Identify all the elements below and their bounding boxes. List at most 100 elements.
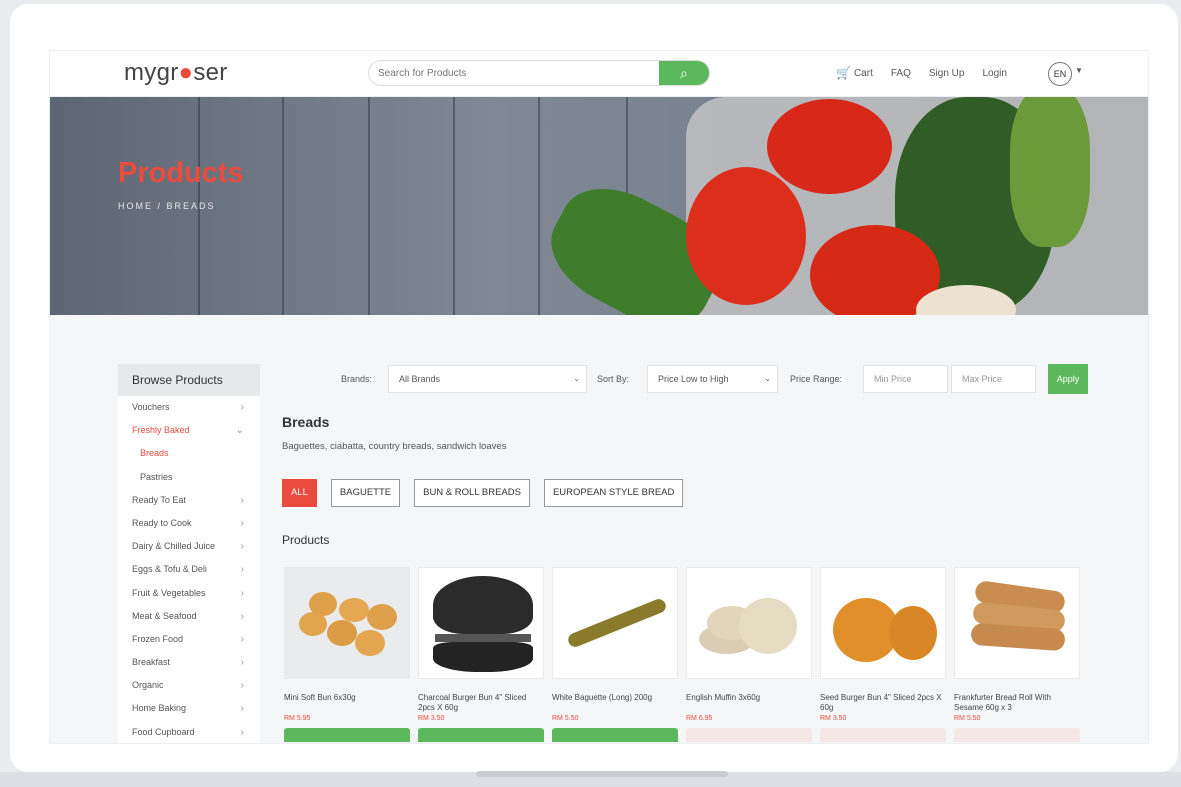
sidebar-item-meat[interactable]: Meat & Seafood › <box>118 605 260 628</box>
home-indicator <box>476 771 728 777</box>
product-image[interactable] <box>954 567 1080 679</box>
sidebar-item-pastries[interactable]: Pastries <box>118 466 260 489</box>
sidebar-item-fruit-veg[interactable]: Fruit & Vegetables › <box>118 582 260 605</box>
products-heading: Products <box>282 533 330 547</box>
hero-banner: Products HOME / BREADS <box>50 97 1148 315</box>
brands-select[interactable]: All Brands ⌄ <box>388 365 587 393</box>
logo[interactable]: mygr●ser <box>124 59 228 87</box>
chevron-right-icon: › <box>240 610 244 622</box>
signup-link[interactable]: Sign Up <box>929 68 965 79</box>
sidebar-item-breads[interactable]: Breads <box>118 442 260 465</box>
wood-plank-line <box>453 97 455 315</box>
product-name[interactable]: English Muffin 3x60g <box>686 693 812 713</box>
sidebar-item-vouchers[interactable]: Vouchers › <box>118 396 260 419</box>
chevron-right-icon: › <box>240 726 244 738</box>
web-page: mygr●ser ⌕ 🛒 Cart FAQ Sign Up Login EN ▼… <box>49 50 1149 744</box>
chevron-right-icon: › <box>240 494 244 506</box>
sidebar-item-ready-to-cook[interactable]: Ready to Cook › <box>118 512 260 535</box>
search-bar: ⌕ <box>368 60 710 86</box>
chevron-down-icon: ⌄ <box>573 374 580 383</box>
cart-link[interactable]: Cart <box>854 68 873 79</box>
faq-link[interactable]: FAQ <box>891 68 911 79</box>
product-price: RM 5.50 <box>552 715 579 722</box>
brands-label: Brands: <box>341 374 373 384</box>
add-to-cart-button[interactable] <box>284 728 410 742</box>
apply-button[interactable]: Apply <box>1048 364 1088 394</box>
chevron-down-icon: ⌄ <box>235 425 244 437</box>
sidebar-item-home-baking[interactable]: Home Baking › <box>118 697 260 720</box>
product-card[interactable]: Mini Soft Bun 6x30g RM 5.95 <box>284 567 410 742</box>
chevron-right-icon: › <box>240 541 244 553</box>
tomato-image <box>686 167 806 305</box>
sidebar-item-organic[interactable]: Organic › <box>118 674 260 697</box>
add-to-cart-button[interactable] <box>820 728 946 742</box>
tomato-image <box>767 99 892 194</box>
chip-european[interactable]: EUROPEAN STYLE BREAD <box>543 479 684 507</box>
product-card[interactable]: English Muffin 3x60g RM 6.95 <box>686 567 812 742</box>
product-name[interactable]: Seed Burger Bun 4" Sliced 2pcs X 60g <box>820 693 946 713</box>
cart-icon[interactable]: 🛒 <box>836 66 851 80</box>
product-price: RM 3.50 <box>418 715 445 722</box>
price-range-label: Price Range: <box>790 374 843 384</box>
sort-select[interactable]: Price Low to High ⌄ <box>647 365 778 393</box>
add-to-cart-button[interactable] <box>686 728 812 742</box>
chip-bun-roll[interactable]: BUN & ROLL BREADS <box>414 479 530 507</box>
login-link[interactable]: Login <box>982 68 1006 79</box>
product-card[interactable]: Charcoal Burger Bun 4" Sliced 2pcs X 60g… <box>418 567 544 742</box>
sidebar-item-dairy[interactable]: Dairy & Chilled Juice › <box>118 535 260 558</box>
search-input[interactable] <box>369 61 659 85</box>
category-sidebar: Browse Products Vouchers › Freshly Baked ⌄… <box>118 364 260 743</box>
chip-baguette[interactable]: BAGUETTE <box>330 479 401 507</box>
product-price: RM 5.95 <box>284 715 311 722</box>
chevron-right-icon: › <box>240 517 244 529</box>
product-price: RM 5.50 <box>954 715 981 722</box>
product-image[interactable] <box>686 567 812 679</box>
filter-bar: Brands: All Brands ⌄ Sort By: Price Low t… <box>50 364 1148 394</box>
min-price-input[interactable]: Min Price <box>863 365 948 393</box>
product-name[interactable]: Frankfurter Bread Roll With Sesame 60g x… <box>954 693 1080 713</box>
search-icon: ⌕ <box>680 65 688 81</box>
max-price-input[interactable]: Max Price <box>951 365 1036 393</box>
asparagus-image <box>1010 97 1090 247</box>
tomato-icon: ● <box>178 59 194 86</box>
chevron-right-icon: › <box>240 587 244 599</box>
add-to-cart-button[interactable] <box>552 728 678 742</box>
product-card[interactable]: Frankfurter Bread Roll With Sesame 60g x… <box>954 567 1080 742</box>
chevron-right-icon: › <box>240 564 244 576</box>
category-title: Breads <box>282 414 330 430</box>
sort-label: Sort By: <box>597 374 630 384</box>
product-card[interactable]: Seed Burger Bun 4" Sliced 2pcs X 60g RM … <box>820 567 946 742</box>
chevron-right-icon: › <box>240 633 244 645</box>
product-name[interactable]: Charcoal Burger Bun 4" Sliced 2pcs X 60g <box>418 693 544 713</box>
chevron-down-icon: ⌄ <box>764 374 771 383</box>
sidebar-item-eggs[interactable]: Eggs & Tofu & Deli › <box>118 558 260 581</box>
add-to-cart-button[interactable] <box>954 728 1080 742</box>
product-price: RM 3.50 <box>820 715 847 722</box>
chevron-down-icon[interactable]: ▼ <box>1075 66 1083 75</box>
product-name[interactable]: Mini Soft Bun 6x30g <box>284 693 410 713</box>
product-image[interactable] <box>284 567 410 679</box>
category-description: Baguettes, ciabatta, country breads, san… <box>282 441 507 452</box>
product-image[interactable] <box>552 567 678 679</box>
sidebar-item-breakfast[interactable]: Breakfast › <box>118 651 260 674</box>
subcategory-chips: ALL BAGUETTE BUN & ROLL BREADS EUROPEAN … <box>282 479 697 507</box>
search-button[interactable]: ⌕ <box>659 61 709 85</box>
add-to-cart-button[interactable] <box>418 728 544 742</box>
product-name[interactable]: White Baguette (Long) 200g <box>552 693 678 713</box>
product-image[interactable] <box>418 567 544 679</box>
sidebar-item-frozen[interactable]: Frozen Food › <box>118 628 260 651</box>
chevron-right-icon: › <box>240 402 244 413</box>
chip-all[interactable]: ALL <box>282 479 317 507</box>
top-nav: 🛒 Cart FAQ Sign Up Login <box>836 66 1025 80</box>
sidebar-item-freshly-baked[interactable]: Freshly Baked ⌄ <box>118 419 260 442</box>
page-title: Products <box>118 157 244 189</box>
sidebar-item-food-cupboard[interactable]: Food Cupboard › <box>118 721 260 743</box>
wood-plank-line <box>282 97 284 315</box>
language-selector[interactable]: EN <box>1048 62 1072 86</box>
wood-plank-line <box>538 97 540 315</box>
site-header: mygr●ser ⌕ 🛒 Cart FAQ Sign Up Login EN ▼ <box>50 51 1148 97</box>
product-card[interactable]: White Baguette (Long) 200g RM 5.50 <box>552 567 678 742</box>
breadcrumb: HOME / BREADS <box>118 201 216 211</box>
product-image[interactable] <box>820 567 946 679</box>
sidebar-item-ready-to-eat[interactable]: Ready To Eat › <box>118 489 260 512</box>
